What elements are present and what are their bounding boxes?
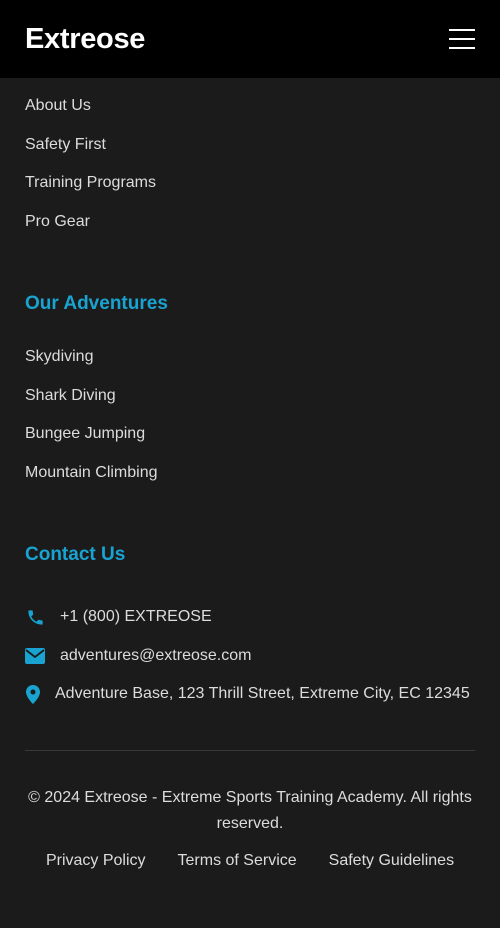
adventures-heading: Our Adventures	[25, 293, 168, 314]
contact-list: +1 (800) EXTREOSE adventures@extreose.co…	[0, 598, 500, 714]
link-training-programs[interactable]: Training Programs	[25, 173, 500, 212]
link-skydiving[interactable]: Skydiving	[25, 347, 500, 386]
link-safety-first[interactable]: Safety First	[25, 135, 500, 174]
copyright-text: © 2024 Extreose - Extreme Sports Trainin…	[28, 788, 472, 832]
hamburger-line	[449, 29, 475, 31]
link-privacy-policy[interactable]: Privacy Policy	[46, 852, 146, 870]
link-pro-gear[interactable]: Pro Gear	[25, 212, 500, 251]
contact-email[interactable]: adventures@extreose.com	[25, 637, 500, 676]
link-bungee-jumping[interactable]: Bungee Jumping	[25, 424, 500, 463]
link-terms-of-service[interactable]: Terms of Service	[178, 852, 297, 870]
contact-address: Adventure Base, 123 Thrill Street, Extre…	[25, 675, 500, 714]
hamburger-line	[449, 38, 475, 40]
footer-divider	[25, 749, 475, 751]
contact-phone[interactable]: +1 (800) EXTREOSE	[25, 598, 500, 637]
adventures-list: Skydiving Shark Diving Bungee Jumping Mo…	[0, 347, 500, 501]
link-safety-guidelines[interactable]: Safety Guidelines	[329, 852, 454, 870]
hamburger-menu-icon[interactable]	[449, 29, 475, 49]
hamburger-line	[449, 47, 475, 49]
site-logo[interactable]: Extreose	[25, 23, 145, 56]
site-header: Extreose	[0, 0, 500, 78]
quick-links-list: About Us Safety First Training Programs …	[0, 78, 500, 250]
contact-address-text: Adventure Base, 123 Thrill Street, Extre…	[55, 685, 470, 703]
phone-icon	[25, 607, 45, 627]
map-pin-icon	[25, 684, 41, 704]
link-about-us[interactable]: About Us	[25, 96, 500, 135]
link-shark-diving[interactable]: Shark Diving	[25, 386, 500, 425]
contact-heading: Contact Us	[25, 544, 126, 565]
footer-content: About Us Safety First Training Programs …	[0, 78, 500, 870]
envelope-icon	[25, 646, 45, 666]
contact-email-text: adventures@extreose.com	[60, 646, 252, 664]
footer-links: Privacy Policy Terms of Service Safety G…	[0, 852, 500, 870]
link-mountain-climbing[interactable]: Mountain Climbing	[25, 463, 500, 502]
contact-phone-text: +1 (800) EXTREOSE	[60, 608, 212, 626]
